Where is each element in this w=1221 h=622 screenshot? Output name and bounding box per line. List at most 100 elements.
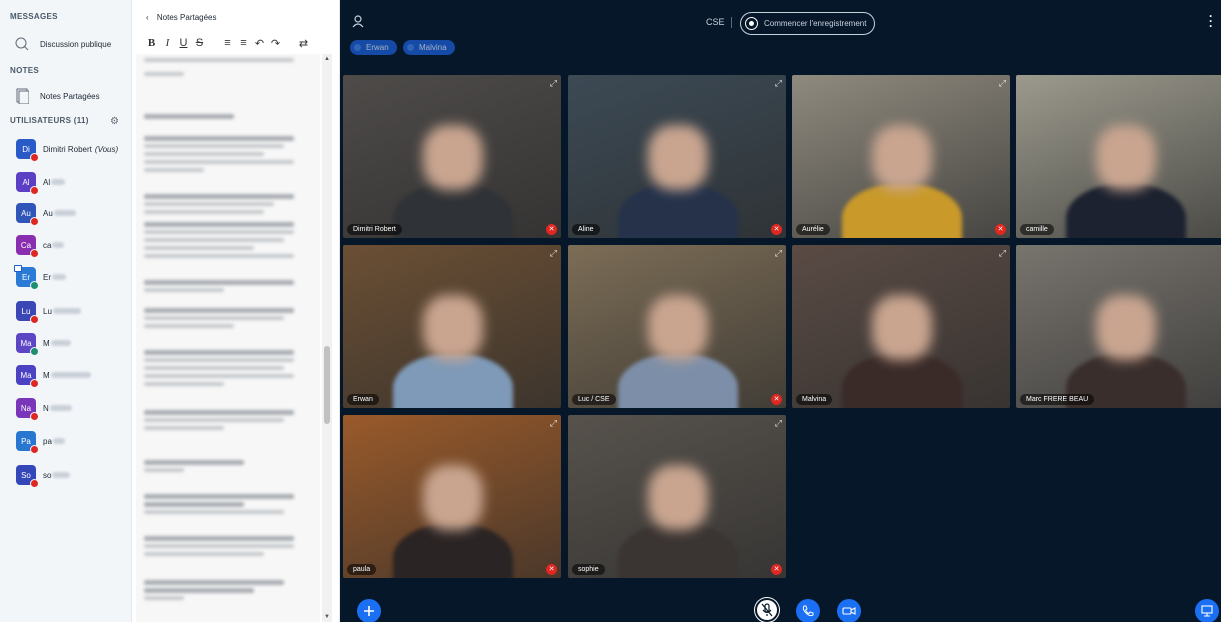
- notes-scrollbar[interactable]: ▲ ▼: [322, 54, 332, 622]
- fullscreen-icon[interactable]: ⤢: [550, 78, 557, 89]
- listen-only-icon: [30, 347, 39, 356]
- video-tile[interactable]: ⤢ Dimitri Robert ✕: [343, 75, 561, 238]
- start-recording-button[interactable]: Commencer l'enregistrement: [740, 12, 876, 35]
- mic-muted-icon: [30, 186, 39, 195]
- video-tile[interactable]: ⤢ Malvina: [792, 245, 1010, 408]
- video-tile[interactable]: ⤢ Aurélie ✕: [792, 75, 1010, 238]
- avatar: Er: [14, 265, 39, 290]
- redacted-text-line: [144, 588, 254, 593]
- participant-name-label[interactable]: camille: [1020, 224, 1054, 235]
- redo-button[interactable]: ↷: [268, 37, 283, 50]
- gear-icon[interactable]: ⚙: [110, 116, 119, 127]
- text-direction-button[interactable]: ⇄: [296, 37, 311, 50]
- user-list-item[interactable]: Al Al: [16, 169, 66, 195]
- ordered-list-button[interactable]: ≡: [220, 37, 235, 49]
- public-chat-item[interactable]: Discussion publique: [14, 33, 111, 55]
- presentation-button[interactable]: [1195, 599, 1219, 622]
- video-tile[interactable]: ⤢Marc FRERE BEAU: [1016, 245, 1221, 408]
- user-list-item[interactable]: Na N: [16, 395, 72, 421]
- undo-button[interactable]: ↶: [252, 37, 267, 50]
- phone-button[interactable]: [796, 599, 820, 622]
- participant-name-label[interactable]: Aurélie: [796, 224, 830, 235]
- more-options-icon[interactable]: · · ·: [1209, 10, 1213, 32]
- shared-notes-label: Notes Partagées: [40, 91, 100, 101]
- divider: [731, 17, 732, 28]
- participant-name-label[interactable]: Dimitri Robert: [347, 224, 402, 235]
- actions-plus-button[interactable]: [357, 599, 381, 622]
- redacted-text-line: [144, 366, 284, 370]
- fullscreen-icon[interactable]: ⤢: [775, 78, 782, 89]
- blurred-face: [1096, 125, 1156, 190]
- participant-name-label[interactable]: Erwan: [347, 394, 379, 405]
- fullscreen-icon[interactable]: ⤢: [775, 248, 782, 259]
- mic-muted-icon: ✕: [995, 224, 1006, 235]
- mic-muted-icon: [30, 479, 39, 488]
- user-list-item[interactable]: Ma M: [16, 330, 71, 356]
- user-list-item[interactable]: Er Er: [14, 264, 66, 290]
- scroll-down-icon[interactable]: ▼: [322, 614, 332, 620]
- user-list-item[interactable]: Ma M: [16, 362, 91, 388]
- shared-notes-item[interactable]: Notes Partagées: [14, 85, 100, 107]
- user-list-item[interactable]: Di Dimitri Robert (Vous): [16, 136, 118, 162]
- fullscreen-icon[interactable]: ⤢: [775, 418, 782, 429]
- mic-muted-icon: [30, 249, 39, 258]
- blurred-face: [423, 125, 483, 190]
- user-icon[interactable]: [351, 14, 365, 28]
- user-name: ca: [43, 240, 52, 250]
- user-name: Al: [43, 177, 51, 187]
- redacted-text-line: [144, 202, 274, 206]
- talker-indicator: Malvina: [403, 40, 455, 55]
- avatar: Al: [16, 172, 39, 195]
- video-tile[interactable]: ⤢ Luc / CSE ✕: [568, 245, 786, 408]
- fullscreen-icon[interactable]: ⤢: [550, 248, 557, 259]
- user-list-item[interactable]: Ca ca: [16, 232, 65, 258]
- participant-name-label[interactable]: Malvina: [796, 394, 833, 405]
- participant-name-label[interactable]: Marc FRERE BEAU: [1020, 394, 1095, 405]
- video-tile[interactable]: ⤢ sophie ✕: [568, 415, 786, 578]
- user-list-item[interactable]: Lu Lu: [16, 298, 81, 324]
- notes-back-link[interactable]: ‹ Notes Partagées: [146, 13, 217, 22]
- fullscreen-icon[interactable]: ⤢: [550, 418, 557, 429]
- user-list-item[interactable]: Au Au: [16, 200, 76, 226]
- user-list-item[interactable]: So so: [16, 462, 71, 488]
- video-tile[interactable]: ⤢ Erwan: [343, 245, 561, 408]
- record-icon: [745, 17, 758, 30]
- fullscreen-icon[interactable]: ⤢: [999, 78, 1006, 89]
- redacted-text-line: [144, 316, 284, 320]
- screen-share-icon: [1201, 605, 1213, 617]
- mic-muted-icon: [30, 153, 39, 162]
- user-list-item[interactable]: Pa pa: [16, 428, 65, 454]
- video-tile[interactable]: ⤢camille: [1016, 75, 1221, 238]
- underline-button[interactable]: U: [176, 37, 191, 49]
- participant-name-label[interactable]: sophie: [572, 564, 605, 575]
- users-section-title: UTILISATEURS (11): [10, 116, 89, 125]
- scroll-up-icon[interactable]: ▲: [322, 56, 332, 62]
- redacted-text-line: [144, 152, 264, 156]
- redacted-text-line: [144, 536, 294, 541]
- video-tile[interactable]: ⤢ Aline ✕: [568, 75, 786, 238]
- italic-button[interactable]: I: [160, 37, 175, 49]
- redacted-name: [49, 405, 72, 411]
- notes-document[interactable]: [136, 54, 320, 622]
- bold-button[interactable]: B: [144, 37, 159, 49]
- video-tile[interactable]: ⤢ paula ✕: [343, 415, 561, 578]
- plus-icon: [364, 606, 374, 616]
- redacted-name: [52, 472, 71, 478]
- video-button[interactable]: [837, 599, 861, 622]
- redacted-text-line: [144, 410, 294, 415]
- user-name: M: [43, 338, 50, 348]
- bullet-list-button[interactable]: ≡: [236, 37, 251, 49]
- strikethrough-button[interactable]: S: [192, 37, 207, 49]
- redacted-text-line: [144, 418, 284, 422]
- participant-name-label[interactable]: Luc / CSE: [572, 394, 616, 405]
- fullscreen-icon[interactable]: ⤢: [999, 248, 1006, 259]
- participant-name-label[interactable]: Aline: [572, 224, 600, 235]
- chevron-left-icon: ‹: [146, 13, 149, 22]
- avatar: Ma: [16, 333, 39, 356]
- redacted-text-line: [144, 160, 294, 164]
- participant-name-label[interactable]: paula: [347, 564, 377, 575]
- scrollbar-thumb[interactable]: [324, 346, 330, 424]
- avatar: Lu: [16, 301, 39, 324]
- mute-mic-button[interactable]: [755, 598, 779, 622]
- avatar: So: [16, 465, 39, 488]
